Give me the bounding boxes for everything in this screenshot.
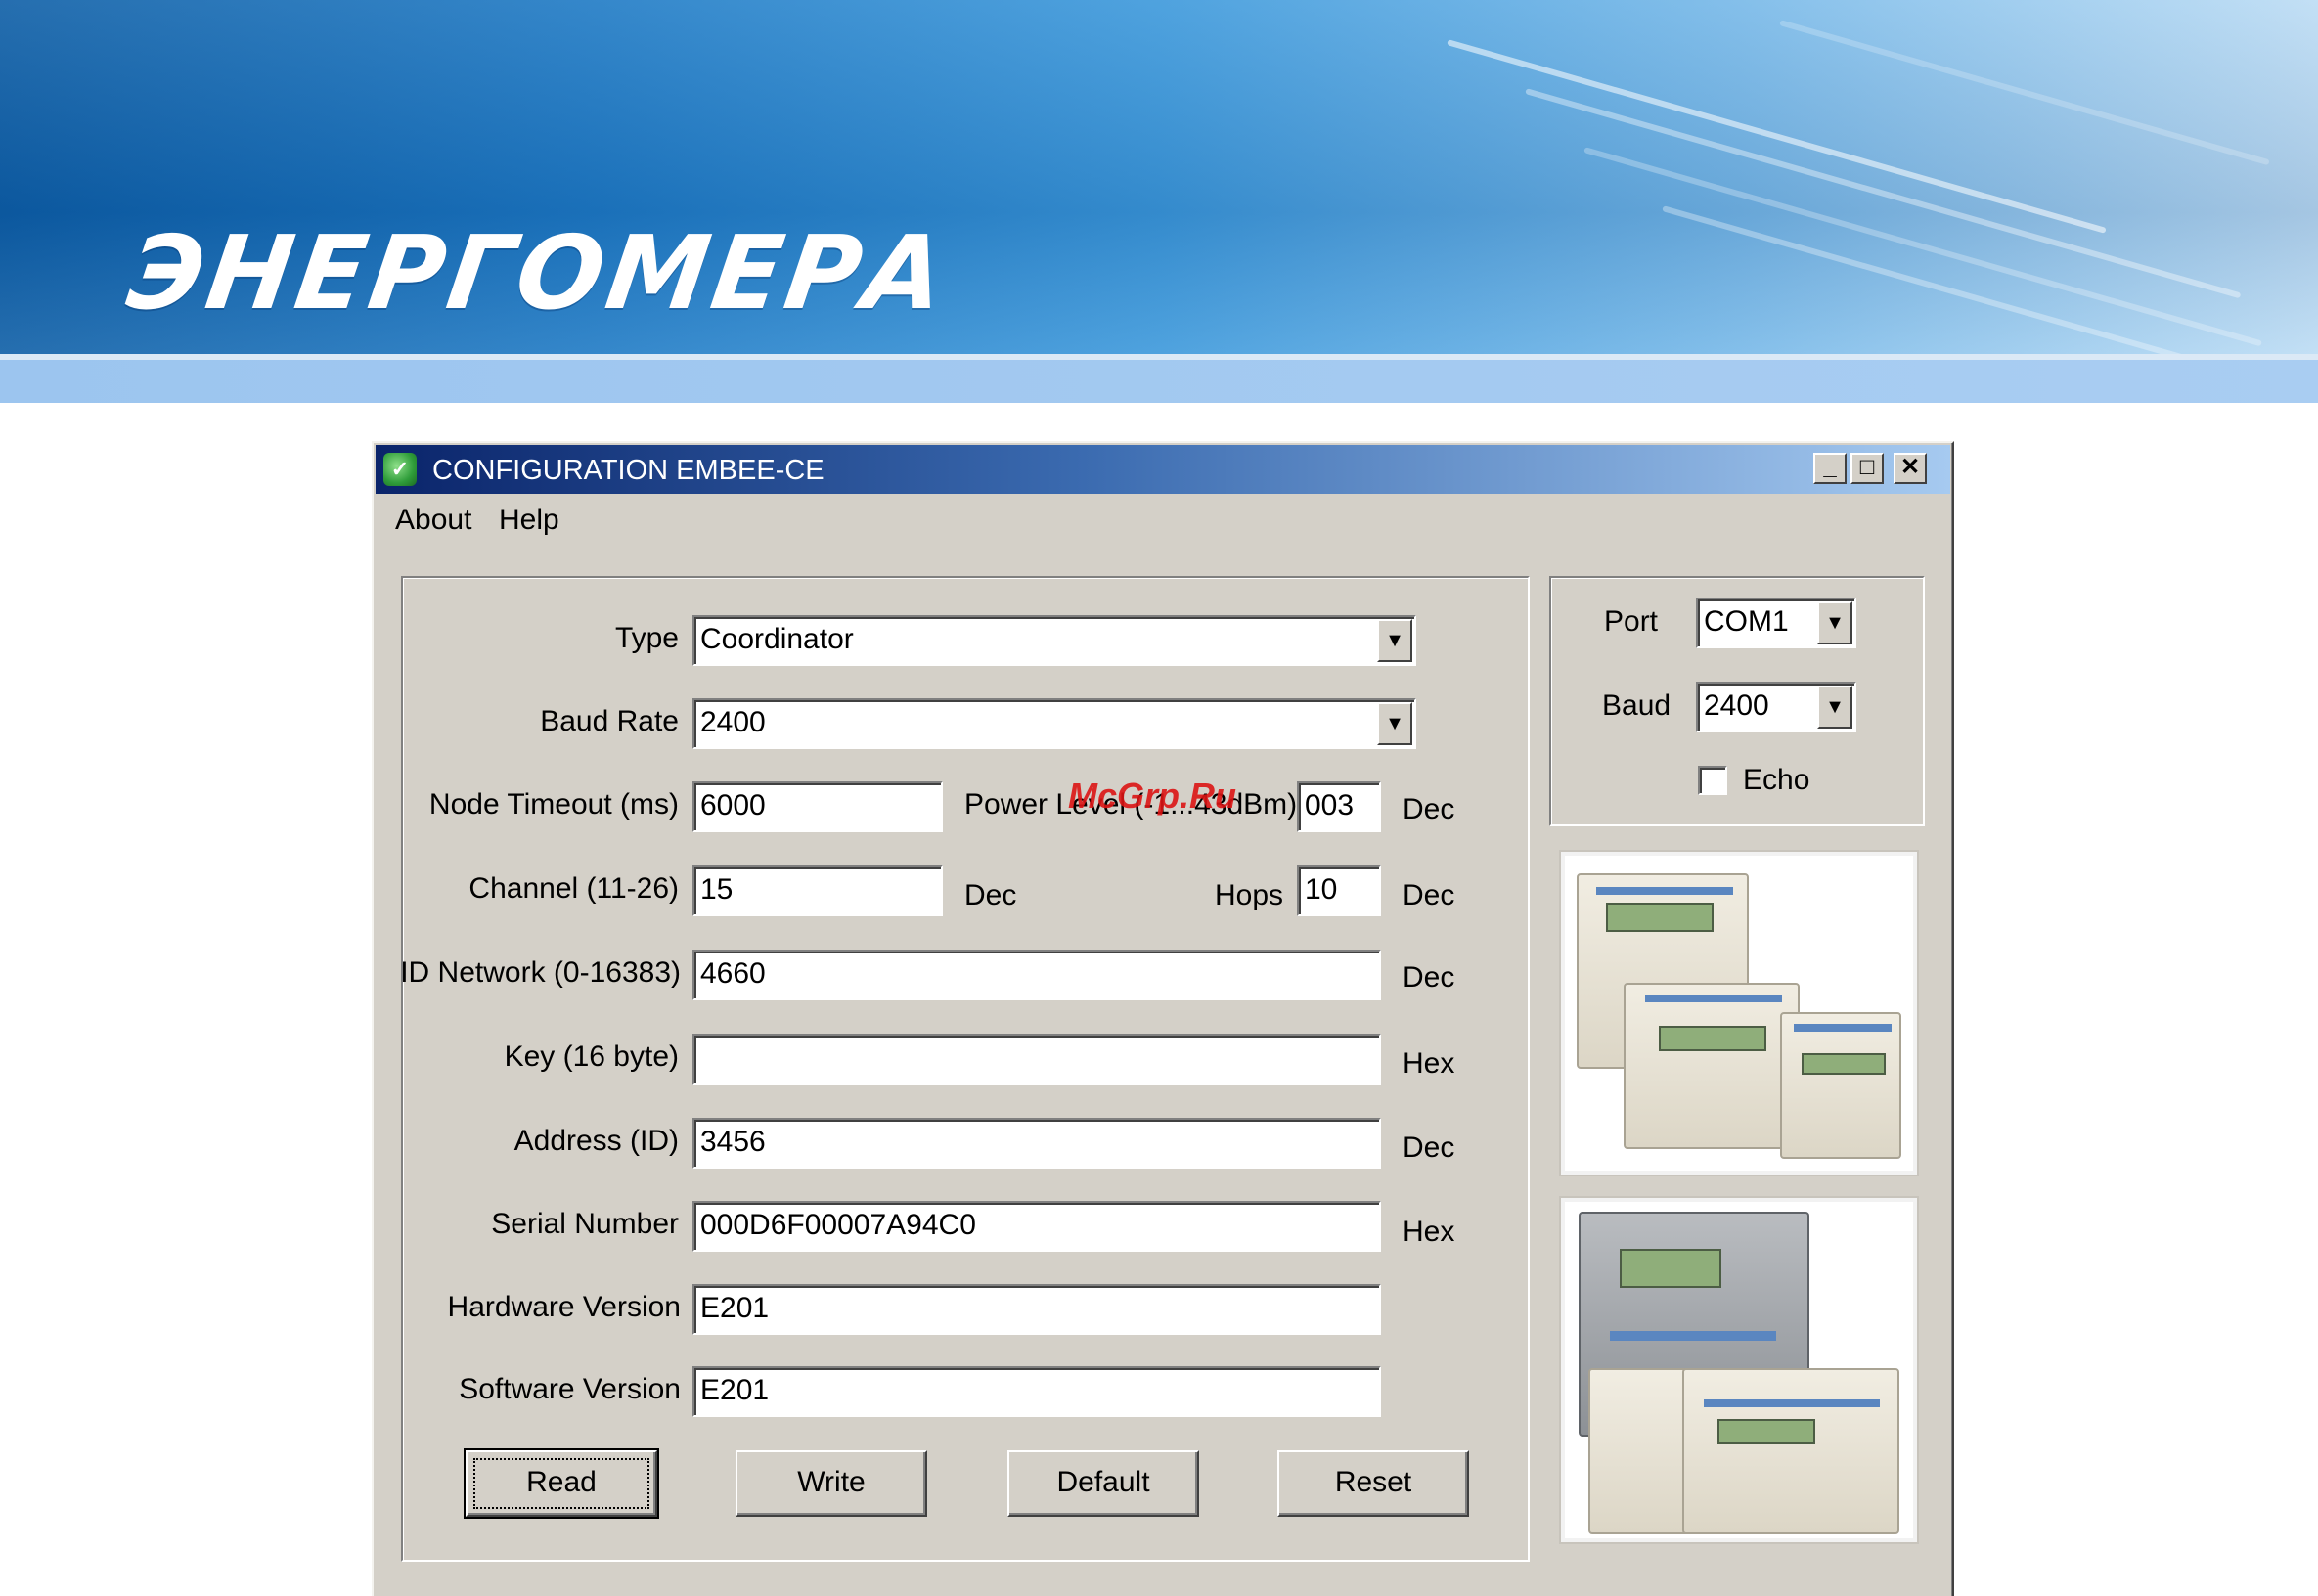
baud-rate-label: Baud Rate	[540, 705, 679, 737]
meter-display	[1620, 1249, 1721, 1288]
hops-value: 10	[1305, 873, 1338, 906]
power-level-unit: Dec	[1403, 793, 1455, 825]
header-banner: ЭНЕРГОМЕРА	[0, 0, 2318, 354]
hops-unit: Dec	[1403, 879, 1455, 911]
meter-display	[1717, 1419, 1815, 1444]
banner-band	[0, 360, 2318, 403]
channel-input[interactable]: 15	[692, 865, 943, 916]
software-version-label: Software Version	[459, 1373, 681, 1405]
meter-photo-bottom	[1561, 1198, 1917, 1542]
baud-value: 2400	[1704, 689, 1769, 722]
meter-label-stripe	[1610, 1331, 1776, 1341]
meter-display	[1802, 1053, 1886, 1075]
hardware-version-value: E201	[700, 1292, 770, 1324]
serial-number-value: 000D6F00007A94C0	[700, 1209, 976, 1241]
meter-display	[1606, 903, 1714, 932]
meter-photo-top	[1561, 852, 1917, 1175]
chevron-down-icon[interactable]: ▼	[1817, 686, 1852, 729]
hops-input[interactable]: 10	[1297, 865, 1381, 916]
meter-label-stripe	[1794, 1024, 1892, 1032]
focus-rectangle	[473, 1458, 649, 1509]
port-label: Port	[1604, 605, 1659, 638]
address-unit: Dec	[1403, 1131, 1455, 1164]
meter-display	[1659, 1026, 1766, 1051]
key-unit: Hex	[1403, 1047, 1455, 1080]
address-input[interactable]: 3456	[692, 1118, 1381, 1169]
baud-rate-select[interactable]: 2400 ▼	[692, 698, 1416, 749]
meter-device	[1780, 1012, 1901, 1159]
power-level-value: 003	[1305, 789, 1355, 821]
maximize-button[interactable]: □	[1850, 453, 1884, 484]
minimize-button[interactable]: _	[1813, 453, 1847, 484]
meter-label-stripe	[1596, 887, 1733, 895]
brand-logo: ЭНЕРГОМЕРА	[120, 213, 957, 332]
serial-number-unit: Hex	[1403, 1216, 1455, 1248]
echo-label: Echo	[1743, 764, 1810, 796]
baud-select[interactable]: 2400 ▼	[1696, 682, 1856, 732]
chevron-down-icon[interactable]: ▼	[1377, 619, 1412, 662]
node-timeout-label: Node Timeout (ms)	[428, 788, 679, 820]
id-network-unit: Dec	[1403, 961, 1455, 994]
close-button[interactable]: ✕	[1894, 453, 1927, 484]
default-button[interactable]: Default	[1007, 1450, 1199, 1517]
menu-about[interactable]: About	[395, 504, 471, 537]
read-button[interactable]: Read	[464, 1448, 659, 1519]
address-value: 3456	[700, 1126, 766, 1158]
banner-streak	[1525, 88, 2242, 299]
id-network-value: 4660	[700, 957, 766, 990]
type-value: Coordinator	[700, 623, 854, 655]
node-timeout-input[interactable]: 6000	[692, 781, 943, 832]
menu-bar: About Help	[376, 498, 1950, 537]
type-select[interactable]: Coordinator ▼	[692, 615, 1416, 666]
reset-button[interactable]: Reset	[1277, 1450, 1469, 1517]
hops-label: Hops	[1215, 879, 1284, 911]
port-select[interactable]: COM1 ▼	[1696, 598, 1856, 648]
serial-number-label: Serial Number	[491, 1208, 679, 1240]
watermark: McGrp.Ru	[1068, 776, 1237, 816]
baud-rate-value: 2400	[700, 706, 766, 738]
address-label: Address (ID)	[513, 1125, 679, 1157]
meter-label-stripe	[1704, 1399, 1880, 1407]
key-label: Key (16 byte)	[504, 1041, 679, 1073]
title-bar[interactable]: ✓ CONFIGURATION EMBEE-CE _ □ ✕	[376, 445, 1950, 494]
hardware-version-input[interactable]: E201	[692, 1284, 1381, 1335]
hardware-version-label: Hardware Version	[447, 1291, 681, 1323]
chevron-down-icon[interactable]: ▼	[1817, 601, 1852, 644]
power-level-input[interactable]: 003	[1297, 781, 1381, 832]
id-network-input[interactable]: 4660	[692, 950, 1381, 1000]
channel-unit: Dec	[964, 879, 1017, 911]
software-version-input[interactable]: E201	[692, 1366, 1381, 1417]
baud-label: Baud	[1602, 689, 1672, 722]
menu-help[interactable]: Help	[499, 504, 559, 537]
echo-checkbox[interactable]	[1698, 766, 1727, 795]
channel-label: Channel (11-26)	[468, 872, 679, 905]
banner-streak	[1779, 20, 2270, 166]
chevron-down-icon[interactable]: ▼	[1377, 702, 1412, 745]
write-button[interactable]: Write	[736, 1450, 927, 1517]
meter-device	[1624, 983, 1800, 1149]
key-input[interactable]	[692, 1034, 1381, 1085]
meter-label-stripe	[1645, 995, 1782, 1002]
software-version-value: E201	[700, 1374, 770, 1406]
node-timeout-value: 6000	[700, 789, 766, 821]
channel-value: 15	[700, 873, 734, 906]
app-logo-icon: ✓	[383, 453, 417, 486]
type-label: Type	[614, 622, 679, 654]
window-title: CONFIGURATION EMBEE-CE	[432, 455, 825, 486]
config-window: ✓ CONFIGURATION EMBEE-CE _ □ ✕ About Hel…	[372, 441, 1954, 1596]
port-value: COM1	[1704, 605, 1789, 638]
id-network-label: ID Network (0-16383)	[400, 956, 681, 989]
serial-number-input[interactable]: 000D6F00007A94C0	[692, 1201, 1381, 1252]
meter-device	[1682, 1368, 1899, 1534]
